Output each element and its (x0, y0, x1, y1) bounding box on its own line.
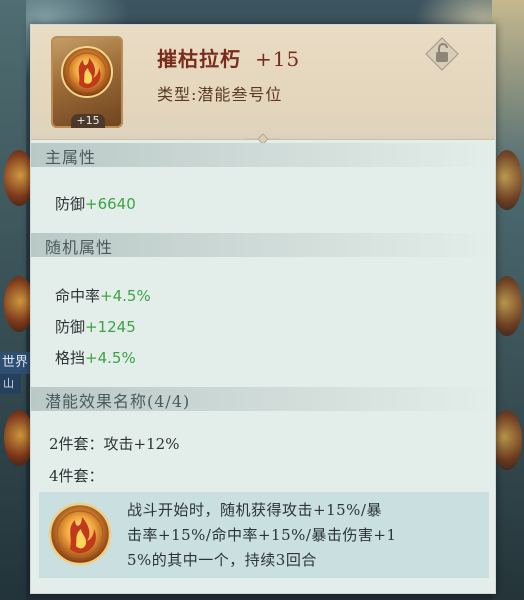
set-bonus-4-label: 4件套： (49, 467, 104, 485)
flame-phoenix-emblem-icon (48, 502, 112, 566)
potential-effect-header: 潜能效果名称(4/4) (31, 387, 495, 411)
set-bonus-4-description: 战斗开始时，随机获得攻击+15%/暴 击率+15%/命中率+15%/暴击伤害+1… (127, 498, 481, 573)
random-stat-row: 格挡+4.5% (55, 347, 136, 368)
random-attributes-header: 随机属性 (31, 233, 495, 257)
side-emblem-icon[interactable] (492, 150, 522, 210)
main-attributes-header: 主属性 (31, 143, 495, 167)
stat-value: +1245 (85, 318, 136, 336)
stat-value: +4.5% (85, 349, 136, 367)
item-name: 摧枯拉朽 (157, 47, 241, 71)
description-line: 5%的其中一个，持续3回合 (127, 551, 317, 569)
stat-name: 防御 (55, 318, 86, 336)
item-icon-frame: +15 (51, 36, 123, 128)
stat-name: 命中率 (55, 287, 101, 305)
description-line: 战斗开始时，随机获得攻击+15%/暴 (127, 501, 382, 519)
section-title: 主属性 (45, 148, 97, 167)
side-emblem-icon[interactable] (492, 276, 522, 336)
stat-name: 格挡 (55, 349, 86, 367)
item-header: +15 摧枯拉朽 +15 类型:潜能叁号位 (31, 25, 495, 140)
stat-value: +4.5% (100, 287, 151, 305)
random-stat-row: 命中率+4.5% (55, 285, 151, 306)
set-bonus-2: 2件套：攻击+12% (49, 435, 180, 453)
item-type: 类型:潜能叁号位 (157, 85, 283, 104)
world-chat-sub-label: 山 (0, 374, 21, 394)
side-emblem-icon[interactable] (492, 410, 522, 470)
flame-phoenix-emblem-icon (61, 46, 113, 98)
stat-name: 防御 (55, 195, 86, 213)
item-title: 摧枯拉朽 +15 (157, 43, 300, 72)
random-stat-row: 防御+1245 (55, 316, 136, 337)
section-title: 随机属性 (45, 238, 114, 257)
main-stat-row: 防御+6640 (55, 193, 136, 214)
item-level-badge: +15 (71, 114, 105, 128)
set-bonus-4-effect: 战斗开始时，随机获得攻击+15%/暴 击率+15%/命中率+15%/暴击伤害+1… (39, 492, 489, 578)
unlock-icon[interactable] (425, 37, 459, 71)
item-tooltip-panel: +15 摧枯拉朽 +15 类型:潜能叁号位 主属性 防御+6640 随机属性 命… (30, 24, 496, 594)
item-level: +15 (254, 47, 301, 71)
stat-value: +6640 (85, 195, 136, 213)
section-title: 潜能效果名称(4/4) (45, 392, 191, 411)
description-line: 击率+15%/命中率+15%/暴击伤害+1 (127, 526, 397, 544)
